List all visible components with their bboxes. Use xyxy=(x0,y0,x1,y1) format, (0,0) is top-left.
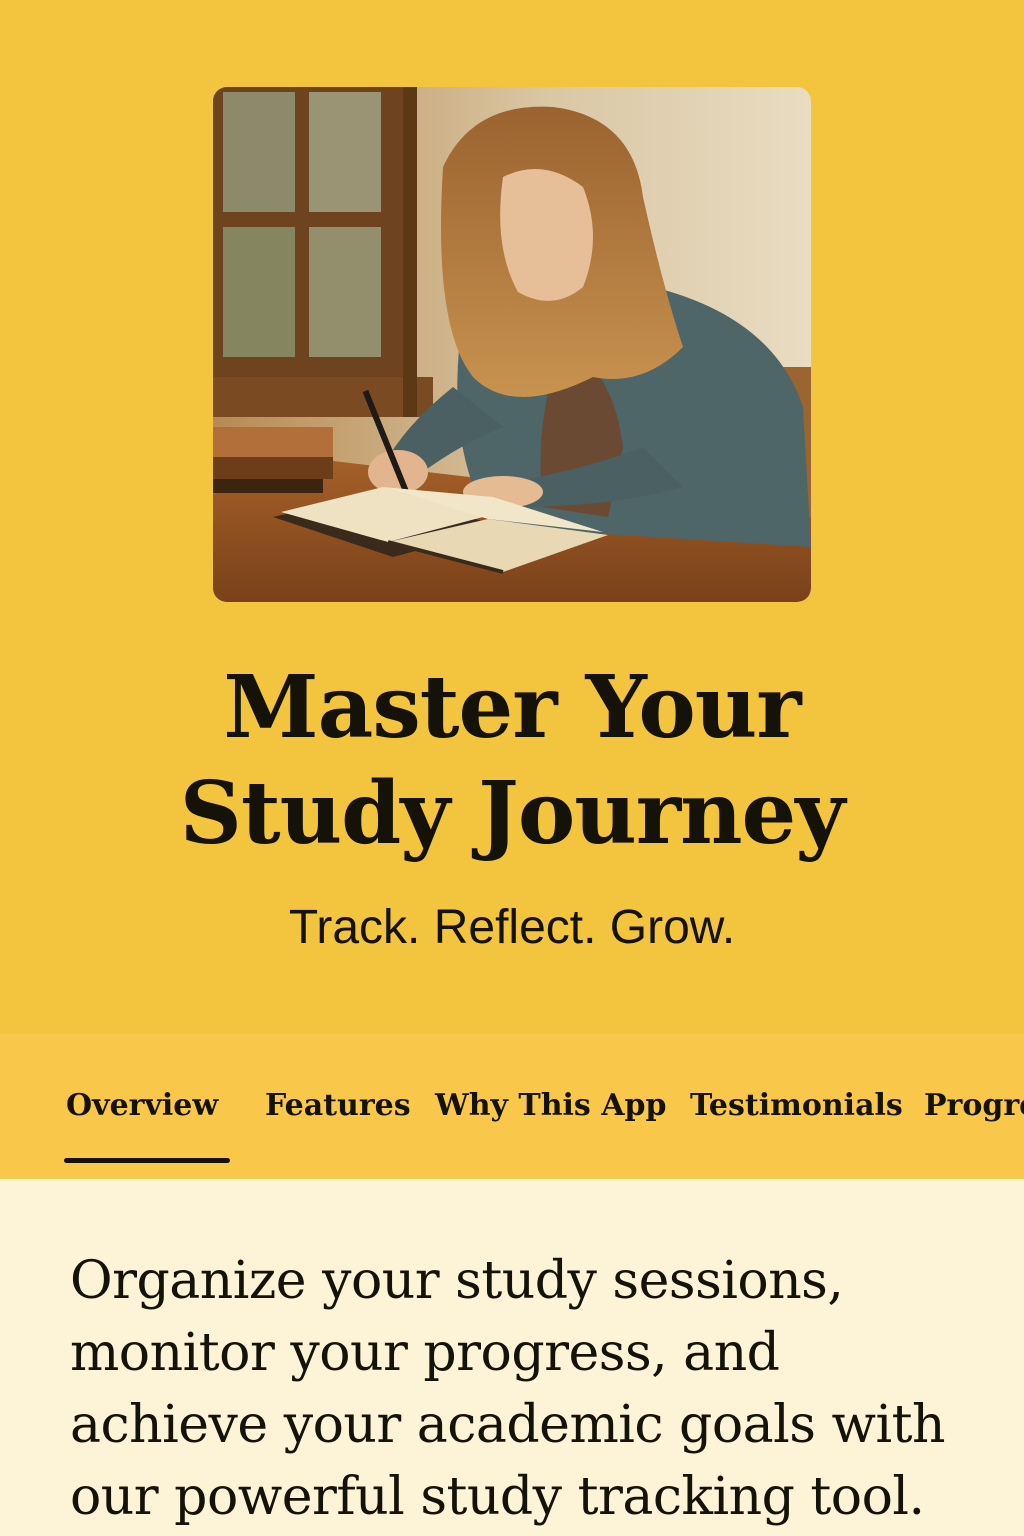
hero-title: Master Your Study Journey xyxy=(0,655,1024,867)
tab-bar: Overview Features Why This App Testimoni… xyxy=(0,1034,1024,1179)
tab-testimonials[interactable]: Testimonials xyxy=(690,1086,903,1126)
hero-title-line1: Master Your xyxy=(223,657,801,758)
tab-why-this-app[interactable]: Why This App xyxy=(435,1086,666,1126)
woman-studying-image xyxy=(213,87,811,602)
hero-section: Master Your Study Journey Track. Reflect… xyxy=(0,0,1024,1034)
tab-progress[interactable]: Progre xyxy=(924,1086,1024,1126)
hero-photo xyxy=(213,87,811,602)
overview-content: Organize your study sessions, monitor yo… xyxy=(0,1179,1024,1536)
intro-text: Organize your study sessions, monitor yo… xyxy=(70,1251,946,1527)
tab-overview[interactable]: Overview xyxy=(66,1086,218,1126)
hero-title-line2: Study Journey xyxy=(179,763,846,864)
tab-features[interactable]: Features xyxy=(265,1086,411,1126)
hero-subtitle: Track. Reflect. Grow. xyxy=(288,901,736,954)
active-tab-indicator xyxy=(64,1158,230,1163)
